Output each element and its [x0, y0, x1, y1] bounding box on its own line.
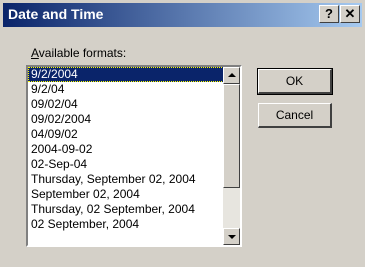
format-option[interactable]: 09/02/04 — [28, 97, 224, 112]
window-title: Date and Time — [8, 6, 104, 22]
scroll-up-button[interactable] — [223, 67, 240, 84]
title-bar[interactable]: Date and Time ? ✕ — [3, 3, 362, 27]
formats-listbox[interactable]: 9/2/2004 9/2/04 09/02/04 09/02/2004 04/09/02… — [26, 65, 242, 247]
arrow-down-icon — [228, 235, 236, 239]
format-option[interactable]: 02-Sep-04 — [28, 157, 224, 172]
arrow-up-icon — [228, 73, 236, 77]
format-option[interactable]: September 02, 2004 — [28, 187, 224, 202]
format-option[interactable]: 2004-09-02 — [28, 142, 224, 157]
ok-button[interactable]: OK — [257, 68, 333, 95]
vertical-scrollbar[interactable] — [223, 67, 240, 245]
scroll-thumb[interactable] — [223, 84, 240, 188]
close-button[interactable]: ✕ — [340, 5, 360, 23]
format-option[interactable]: Thursday, September 02, 2004 — [28, 172, 224, 187]
formats-list: 9/2/2004 9/2/04 09/02/04 09/02/2004 04/09/02… — [28, 67, 224, 232]
format-option[interactable]: 02 September, 2004 — [28, 217, 224, 232]
label-text: vailable formats: — [38, 46, 127, 60]
format-option[interactable]: 04/09/02 — [28, 127, 224, 142]
available-formats-label: Available formats: — [31, 46, 126, 60]
format-option[interactable]: 9/2/2004 — [28, 67, 224, 82]
format-option[interactable]: 9/2/04 — [28, 82, 224, 97]
cancel-button[interactable]: Cancel — [258, 103, 332, 128]
help-button[interactable]: ? — [319, 5, 339, 23]
date-and-time-dialog: Date and Time ? ✕ Available formats: 9/2… — [0, 0, 365, 267]
scroll-down-button[interactable] — [223, 228, 240, 245]
format-option[interactable]: Thursday, 02 September, 2004 — [28, 202, 224, 217]
label-accelerator: A — [31, 46, 39, 60]
format-option[interactable]: 09/02/2004 — [28, 112, 224, 127]
